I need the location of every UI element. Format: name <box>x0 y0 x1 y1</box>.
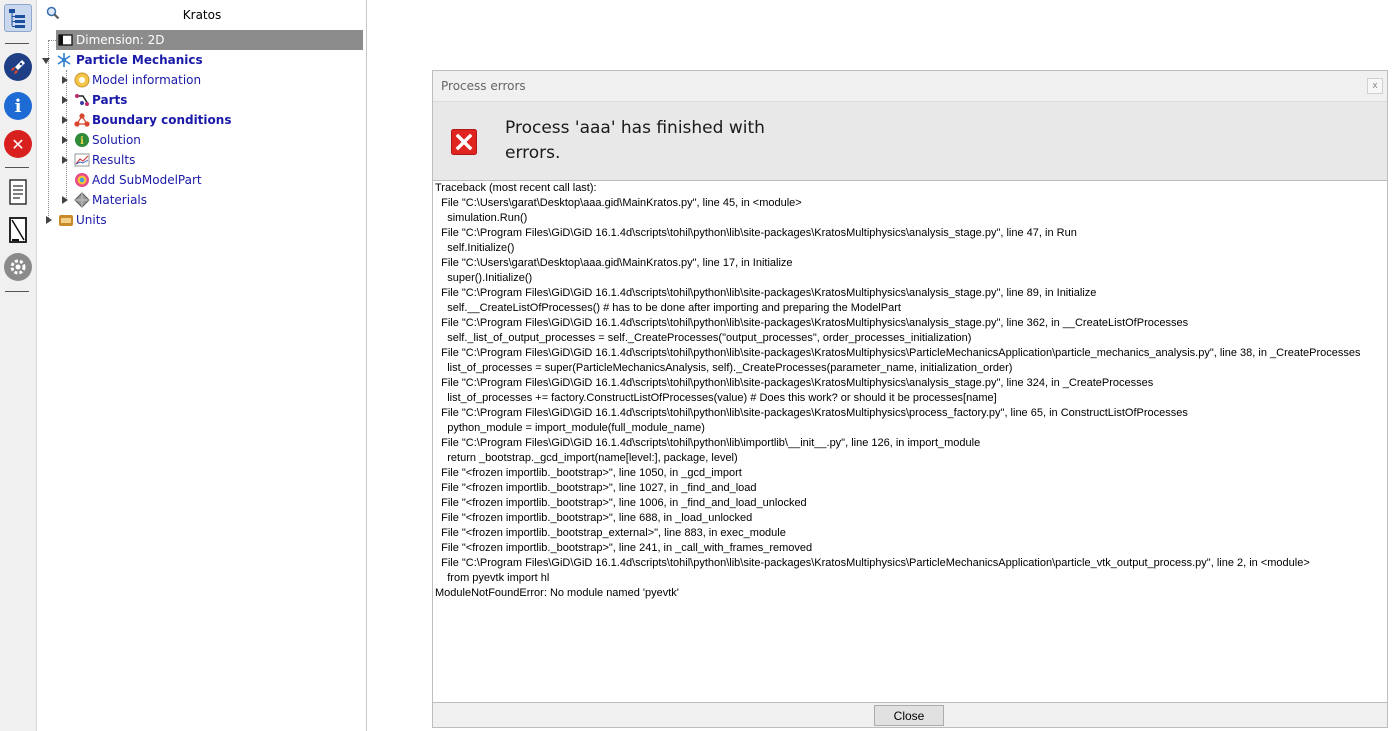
traceback-line: ModuleNotFoundError: No module named 'py… <box>435 587 679 599</box>
traceback-line: File "<frozen importlib._bootstrap>", li… <box>435 512 753 524</box>
materials-icon <box>74 192 90 208</box>
close-button[interactable]: Close <box>874 705 944 726</box>
tree-item-particle-mechanics[interactable]: Particle Mechanics <box>42 50 362 70</box>
snowflake-icon <box>57 53 71 67</box>
dialog-message-banner: Process 'aaa' has finished with errors. <box>433 101 1387 181</box>
left-toolbar: i ✕ <box>0 0 37 731</box>
traceback-line: File "C:\Users\garat\Desktop\aaa.gid\Mai… <box>435 197 802 209</box>
collapse-arrow-icon[interactable] <box>42 58 50 64</box>
info-icon[interactable]: i <box>4 92 32 120</box>
expand-arrow-icon[interactable] <box>62 156 68 164</box>
expand-arrow-icon[interactable] <box>62 76 68 84</box>
tree-item-boundary-conditions[interactable]: Boundary conditions <box>60 110 360 130</box>
model-info-icon <box>74 72 90 88</box>
add-submodelpart-icon <box>75 173 89 187</box>
traceback-line: self._list_of_output_processes = self._C… <box>435 332 972 344</box>
traceback-line: File "C:\Program Files\GiD\GiD 16.1.4d\s… <box>435 317 1189 329</box>
tree-item-label: Add SubModelPart <box>92 173 202 187</box>
traceback-line: python_module = import_module(full_modul… <box>435 422 705 434</box>
rocket-icon[interactable] <box>4 53 32 81</box>
traceback-line: File "C:\Program Files\GiD\GiD 16.1.4d\s… <box>435 437 981 449</box>
results-chart-icon <box>74 153 90 167</box>
tree-item-label: Boundary conditions <box>92 113 232 127</box>
traceback-line: simulation.Run() <box>435 212 528 224</box>
tree-item-label: Dimension: 2D <box>76 33 165 47</box>
expand-arrow-icon[interactable] <box>46 216 52 224</box>
tree-item-label: Particle Mechanics <box>76 53 203 67</box>
units-icon <box>59 215 73 226</box>
traceback-line: list_of_processes = super(ParticleMechan… <box>435 362 1013 374</box>
traceback-line: File "<frozen importlib._bootstrap>", li… <box>435 482 757 494</box>
tree-item-materials[interactable]: Materials <box>60 190 360 210</box>
tree-item-parts[interactable]: Parts <box>60 90 360 110</box>
traceback-line: list_of_processes += factory.ConstructLi… <box>435 392 997 404</box>
gear-icon[interactable] <box>4 253 32 281</box>
tree-item-units[interactable]: Units <box>44 210 344 230</box>
tree-item-label: Model information <box>92 73 202 87</box>
tree-item-solution[interactable]: i Solution <box>60 130 360 150</box>
ruler-sheet-icon[interactable] <box>4 216 32 244</box>
traceback-line: self.Initialize() <box>435 242 515 254</box>
stop-error-icon[interactable]: ✕ <box>4 130 32 158</box>
parts-icon <box>75 94 89 106</box>
rectangle-icon <box>58 34 73 46</box>
error-icon <box>451 129 477 155</box>
solution-icon: i <box>75 133 89 147</box>
traceback-line: File "C:\Program Files\GiD\GiD 16.1.4d\s… <box>435 377 1154 389</box>
traceback-line: File "C:\Program Files\GiD\GiD 16.1.4d\s… <box>435 287 1097 299</box>
process-errors-dialog: Process errors x Process 'aaa' has finis… <box>432 70 1388 728</box>
tree-item-label: Materials <box>92 193 148 207</box>
dialog-title: Process errors <box>441 79 526 93</box>
dialog-titlebar[interactable]: Process errors x <box>433 71 1387 101</box>
traceback-line: File "C:\Program Files\GiD\GiD 16.1.4d\s… <box>435 347 1361 359</box>
traceback-line: super().Initialize() <box>435 272 533 284</box>
tree-header: Kratos <box>38 4 366 26</box>
traceback-line: File "<frozen importlib._bootstrap>", li… <box>435 467 742 479</box>
expand-arrow-icon[interactable] <box>62 116 68 124</box>
tree-item-model-information[interactable]: Model information <box>60 70 360 90</box>
expand-arrow-icon[interactable] <box>62 96 68 104</box>
traceback-line: File "C:\Program Files\GiD\GiD 16.1.4d\s… <box>435 407 1188 419</box>
traceback-text[interactable]: Traceback (most recent call last): File … <box>433 180 1387 703</box>
traceback-line: return _bootstrap._gcd_import(name[level… <box>435 452 738 464</box>
traceback-line: File "C:\Users\garat\Desktop\aaa.gid\Mai… <box>435 257 793 269</box>
expand-arrow-icon[interactable] <box>62 136 68 144</box>
tree-item-label: Units <box>76 213 107 227</box>
tree-view-icon[interactable] <box>4 4 32 32</box>
expand-arrow-icon[interactable] <box>62 196 68 204</box>
traceback-line: File "C:\Program Files\GiD\GiD 16.1.4d\s… <box>435 557 1310 569</box>
dialog-close-button[interactable]: x <box>1367 78 1383 94</box>
document-icon[interactable] <box>4 178 32 206</box>
traceback-line: from pyevtk import hl <box>435 572 550 584</box>
tree-item-label: Results <box>92 153 136 167</box>
tree-item-label: Solution <box>92 133 141 147</box>
traceback-line: File "<frozen importlib._bootstrap>", li… <box>435 497 807 509</box>
tree-item-label: Parts <box>92 93 128 107</box>
tree-item-add-submodelpart[interactable]: Add SubModelPart <box>60 170 360 190</box>
traceback-line: Traceback (most recent call last): <box>435 182 597 194</box>
traceback-line: File "C:\Program Files\GiD\GiD 16.1.4d\s… <box>435 227 1077 239</box>
traceback-line: self.__CreateListOfProcesses() # has to … <box>435 302 901 314</box>
kratos-tree-panel: Kratos Dimension: 2D Particle Mechanics … <box>38 0 367 731</box>
tree-item-results[interactable]: Results <box>60 150 360 170</box>
tree-title: Kratos <box>182 8 222 22</box>
boundary-conditions-icon <box>74 113 90 127</box>
svg-text:i: i <box>80 136 84 147</box>
tree-item-dimension[interactable]: Dimension: 2D <box>56 30 363 50</box>
error-message: Process 'aaa' has finished with errors. <box>505 118 765 163</box>
traceback-line: File "<frozen importlib._bootstrap>", li… <box>435 542 813 554</box>
traceback-line: File "<frozen importlib._bootstrap_exter… <box>435 527 786 539</box>
